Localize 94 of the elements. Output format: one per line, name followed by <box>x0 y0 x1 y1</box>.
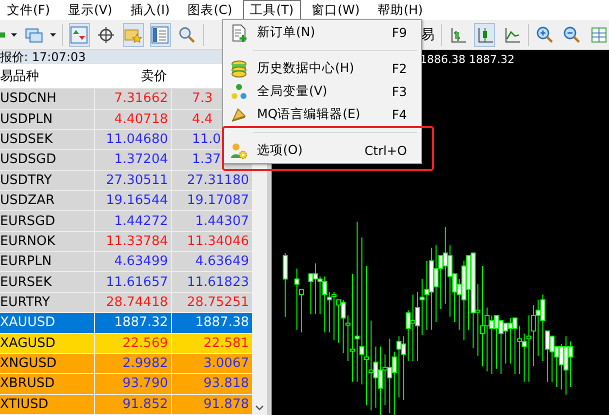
symbol-cell: USDCNH <box>0 89 95 109</box>
quote-row[interactable]: USDSGD 1.37204 1.37 <box>0 150 252 171</box>
option-label: 选项(O) <box>256 142 304 159</box>
ask-cell-text: 1887.38 <box>194 314 250 332</box>
dropdown-caret-icon[interactable] <box>50 32 56 36</box>
ask-cell-text: 11.0 <box>191 131 222 150</box>
bid-cell: 93.790 <box>95 374 172 394</box>
dots-icon <box>230 82 248 100</box>
symbol-cell: XAUUSD <box>0 313 95 333</box>
bid-cell: 11.04680 <box>95 130 172 150</box>
ask-cell-text: 22.581 <box>202 334 250 353</box>
menu-item[interactable]: 插入(I) <box>123 0 177 20</box>
menu-item[interactable]: 图表(C) <box>180 0 240 20</box>
menu-item[interactable]: 帮助(H) <box>370 0 430 20</box>
bid-cell: 27.30511 <box>95 170 172 190</box>
symbol-cell: USDZAR <box>0 191 95 210</box>
symbol-cell: EURTRY <box>0 292 95 312</box>
symbol-cell: USDPLN <box>0 110 95 129</box>
menu-item[interactable]: 窗口(W) <box>304 0 367 20</box>
ask-cell-text: 28.75251 <box>186 294 250 312</box>
shortcut-label: F2 <box>392 61 408 76</box>
column-header[interactable]: 卖价 <box>95 64 167 88</box>
bid-cell: 11.33784 <box>95 232 172 252</box>
candlestick-icon[interactable] <box>474 22 496 46</box>
ask-cell-text: 91.878 <box>202 396 250 414</box>
menu-option[interactable]: 新订单(N) F9 <box>223 21 421 44</box>
bid-cell: 1887.32 <box>95 313 172 333</box>
symbol-cell: EURPLN <box>0 252 95 272</box>
bid-cell: 19.16544 <box>95 191 172 210</box>
menu-item[interactable]: 文件(F) <box>0 0 57 20</box>
bid-cell: 22.569 <box>95 334 172 353</box>
ask-cell-text: 1.37 <box>191 151 222 170</box>
quote-row[interactable]: USDTRY 27.30511 27.31180 <box>0 170 252 191</box>
toolbar-label[interactable]: 易 <box>420 26 435 44</box>
symbol-cell: XNGUSD <box>0 354 95 374</box>
database-icon <box>230 60 248 78</box>
quote-row[interactable]: EURNOK 11.33784 11.34046 <box>0 232 252 252</box>
list-icon[interactable] <box>150 22 171 46</box>
scroll-down-icon[interactable] <box>255 405 264 411</box>
ask-cell-text: 4.4 <box>191 110 214 129</box>
option-label: 新订单(N) <box>256 24 316 41</box>
quote-row[interactable]: EURPLN 4.63499 4.63649 <box>0 252 252 272</box>
menu-item[interactable]: 显示(V) <box>60 0 120 20</box>
symbol-cell: XTIUSD <box>0 394 95 414</box>
symbol-cell: EURNOK <box>0 232 95 252</box>
bid-cell: 91.852 <box>95 394 172 414</box>
symbol-cell: USDSGD <box>0 150 95 170</box>
ask-cell-text: 4.63649 <box>194 253 250 272</box>
ask-cell-text: 7.3 <box>191 90 214 108</box>
person-gear-icon <box>230 142 248 160</box>
quote-row[interactable]: USDZAR 19.16544 19.17087 <box>0 191 252 212</box>
bid-cell: 4.40718 <box>95 110 172 129</box>
symbol-cell: EURSEK <box>0 272 95 292</box>
ask-cell-text: 11.34046 <box>186 232 250 251</box>
bid-cell: 1.37204 <box>95 150 172 170</box>
shortcut-label: Ctrl+O <box>364 143 408 158</box>
shortcut-label: F4 <box>392 107 408 122</box>
option-label: 历史数据中心(H) <box>256 60 356 77</box>
ask-cell-text: 3.0067 <box>202 355 250 374</box>
bid-cell: 1.44272 <box>95 211 172 231</box>
quote-row[interactable]: XAUUSD 1887.32 1887.38 <box>0 313 252 334</box>
quote-row[interactable]: XAGUSD 22.569 22.581 <box>0 334 252 354</box>
bid-cell: 11.61657 <box>95 272 172 292</box>
option-label: MQ语言编辑器(E) <box>256 106 362 123</box>
symbol-cell: USDSEK <box>0 130 95 150</box>
menu-item[interactable]: 工具(T) <box>243 0 301 20</box>
bid-cell: 28.74418 <box>95 292 172 312</box>
price-label: 1886.38 1887.32 <box>420 53 514 66</box>
quote-row[interactable]: EURSGD 1.44272 1.44307 <box>0 211 252 232</box>
symbol-cell: USDTRY <box>0 170 95 190</box>
document-plus-icon <box>230 24 248 42</box>
quote-row[interactable]: XTIUSD 91.852 91.878 <box>0 394 252 415</box>
ask-cell-text: 27.31180 <box>186 172 250 190</box>
column-header[interactable]: 易品种 <box>0 64 95 88</box>
candlestick <box>282 252 288 318</box>
ask-cell-text: 11.61823 <box>186 274 250 292</box>
bid-cell: 7.31662 <box>95 89 172 109</box>
option-label: 全局变量(V) <box>256 83 328 100</box>
quote-row[interactable]: EURSEK 11.61657 11.61823 <box>0 272 252 293</box>
symbol-cell: EURSGD <box>0 211 95 231</box>
ask-cell-text: 19.17087 <box>186 192 250 210</box>
bid-cell: 4.63499 <box>95 252 172 272</box>
quote-row[interactable]: XBRUSD 93.790 93.818 <box>0 374 252 395</box>
shortcut-label: F3 <box>392 84 408 99</box>
quote-row[interactable]: EURTRY 28.74418 28.75251 <box>0 292 252 314</box>
symbol-cell: XAGUSD <box>0 334 95 353</box>
ask-cell-text: 1.44307 <box>194 212 250 231</box>
ask-cell-text: 93.818 <box>202 375 250 394</box>
quote-row[interactable]: XNGUSD 2.9982 3.0067 <box>0 354 252 374</box>
market-watch-icon[interactable] <box>68 22 90 46</box>
shortcut-label: F9 <box>392 25 408 40</box>
bid-cell: 2.9982 <box>95 354 172 374</box>
dropdown-caret-icon[interactable] <box>11 32 18 36</box>
symbol-cell: XBRUSD <box>0 374 95 394</box>
